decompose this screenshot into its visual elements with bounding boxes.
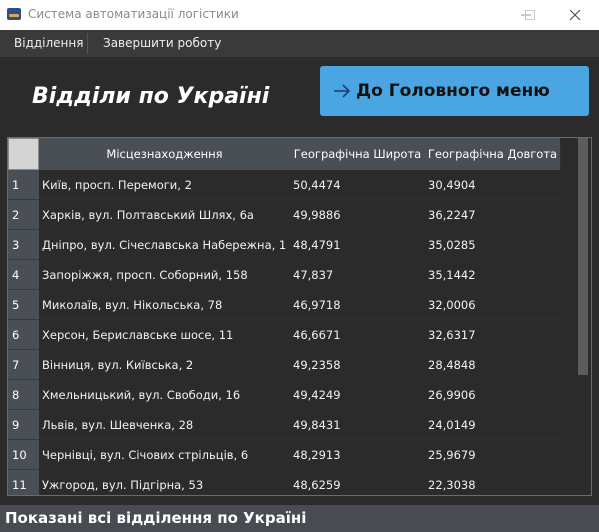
cell-latitude[interactable]: 48,4791 — [290, 230, 425, 260]
status-bar: Показані всі відділення по Україні — [0, 505, 599, 532]
app-icon — [7, 8, 21, 20]
window-titlebar: Система автоматизації логістики — [0, 0, 599, 30]
cell-location[interactable]: Київ, просп. Перемоги, 2 — [39, 170, 290, 200]
cell-latitude[interactable]: 46,9718 — [290, 290, 425, 320]
cell-longitude[interactable]: 26,9906 — [425, 380, 560, 410]
row-number: 11 — [8, 470, 39, 495]
row-number: 5 — [8, 290, 39, 320]
cell-longitude[interactable]: 30,4904 — [425, 170, 560, 200]
menu-separator — [87, 33, 88, 54]
row-number: 2 — [8, 200, 39, 230]
departments-table: Місцезнаходження Географічна Широта Геог… — [7, 137, 592, 496]
cell-latitude[interactable]: 50,4474 — [290, 170, 425, 200]
cell-longitude[interactable]: 25,9679 — [425, 440, 560, 470]
cell-latitude[interactable]: 46,6671 — [290, 320, 425, 350]
window-title: Система автоматизації логістики — [28, 7, 239, 21]
cell-longitude[interactable]: 28,4848 — [425, 350, 560, 380]
cell-longitude[interactable]: 36,2247 — [425, 200, 560, 230]
row-number: 4 — [8, 260, 39, 290]
cell-longitude[interactable]: 22,3038 — [425, 470, 560, 495]
cell-latitude[interactable]: 47,837 — [290, 260, 425, 290]
cell-longitude[interactable]: 35,0285 — [425, 230, 560, 260]
menu-bar: Відділення Завершити роботу — [0, 30, 599, 58]
menu-item-departments[interactable]: Відділення — [14, 30, 83, 57]
row-number: 3 — [8, 230, 39, 260]
page-title: Відділи по Україні — [32, 84, 270, 109]
cell-location[interactable]: Львів, вул. Шевченка, 28 — [39, 410, 290, 440]
column-header-location[interactable]: Місцезнаходження — [39, 138, 291, 170]
cell-longitude[interactable]: 24,0149 — [425, 410, 560, 440]
row-number: 9 — [8, 410, 39, 440]
table-corner-select-all[interactable] — [8, 138, 39, 170]
maximize-icon[interactable] — [507, 0, 553, 30]
row-number: 7 — [8, 350, 39, 380]
close-icon[interactable] — [552, 0, 598, 30]
cell-location[interactable]: Вінниця, вул. Київська, 2 — [39, 350, 290, 380]
main-menu-button-label: До Головного меню — [356, 81, 550, 101]
menu-item-exit[interactable]: Завершити роботу — [103, 30, 221, 57]
cell-latitude[interactable]: 48,2913 — [290, 440, 425, 470]
cell-longitude[interactable]: 32,6317 — [425, 320, 560, 350]
cell-latitude[interactable]: 49,4249 — [290, 380, 425, 410]
row-number: 10 — [8, 440, 39, 470]
cell-latitude[interactable]: 49,9886 — [290, 200, 425, 230]
cell-location[interactable]: Харків, вул. Полтавський Шлях, 6а — [39, 200, 290, 230]
main-menu-button[interactable]: До Головного меню — [320, 66, 589, 116]
arrow-right-icon — [334, 84, 351, 98]
cell-location[interactable]: Чернівці, вул. Січових стрільців, 6 — [39, 440, 290, 470]
row-number: 8 — [8, 380, 39, 410]
column-header-latitude[interactable]: Географічна Широта — [290, 138, 426, 170]
row-number: 1 — [8, 170, 39, 200]
table-vertical-scrollbar[interactable] — [577, 138, 591, 495]
cell-location[interactable]: Запоріжжя, просп. Соборний, 158 — [39, 260, 290, 290]
row-number: 6 — [8, 320, 39, 350]
cell-latitude[interactable]: 48,6259 — [290, 470, 425, 495]
scrollbar-thumb[interactable] — [578, 138, 588, 375]
cell-location[interactable]: Дніпро, вул. Січеславська Набережна, 1 — [39, 230, 290, 260]
cell-longitude[interactable]: 32,0006 — [425, 290, 560, 320]
cell-location[interactable]: Ужгород, вул. Підгірна, 53 — [39, 470, 290, 495]
cell-longitude[interactable]: 35,1442 — [425, 260, 560, 290]
cell-location[interactable]: Хмельницький, вул. Свободи, 16 — [39, 380, 290, 410]
column-header-longitude[interactable]: Географічна Довгота — [425, 138, 561, 170]
cell-location[interactable]: Херсон, Бериславське шосе, 11 — [39, 320, 290, 350]
cell-latitude[interactable]: 49,2358 — [290, 350, 425, 380]
cell-location[interactable]: Миколаїв, вул. Нікольська, 78 — [39, 290, 290, 320]
cell-latitude[interactable]: 49,8431 — [290, 410, 425, 440]
